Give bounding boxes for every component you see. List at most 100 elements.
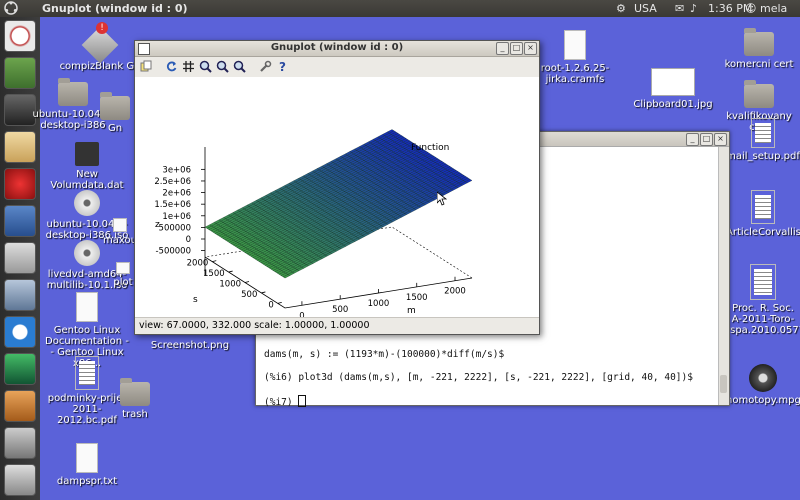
y-tick-label: 2000 xyxy=(187,259,209,269)
desktop-icon-cramfs[interactable]: root-1.2.6.25-jirka.cramfs xyxy=(530,30,620,85)
volume-icon[interactable]: ♪ xyxy=(690,2,697,15)
minimize-icon[interactable]: _ xyxy=(496,42,509,55)
text-cursor xyxy=(298,395,307,407)
desktop-icon-label: Gn xyxy=(107,123,123,134)
desktop-icon-corvallis[interactable]: ArticleCorvallis2.pdf xyxy=(726,190,800,238)
gnuplot-titlebar[interactable]: Gnuplot (window id : 0) _ □ × xyxy=(135,41,539,57)
desktop-icon-komercni[interactable]: komercni cert xyxy=(716,28,800,70)
document-icon xyxy=(113,218,127,232)
desktop-icon-dampspr[interactable]: dampspr.txt xyxy=(44,443,130,487)
z-tick-label: 0 xyxy=(186,235,191,245)
document-icon xyxy=(76,292,98,322)
top-panel: Gnuplot (window id : 0) ⚙ USA ✉ ♪ 1:36 P… xyxy=(0,0,800,17)
settings-launcher-icon[interactable] xyxy=(4,279,36,311)
mouse-pointer-icon xyxy=(437,192,447,206)
browser-launcher-icon[interactable] xyxy=(4,316,36,348)
y-tick-mark xyxy=(277,301,282,304)
gnuplot-window[interactable]: Gnuplot (window id : 0) _ □ × ? 3e+06 2.5… xyxy=(134,40,540,335)
video-icon xyxy=(749,364,777,392)
view-status: view: 67.0000, 332.000 scale: 1.00000, 1… xyxy=(139,320,370,331)
settings-icon[interactable] xyxy=(259,60,272,73)
surface-plot: 3e+06 2.5e+06 2e+061.5e+06 1e+06500000 0 -500… xyxy=(154,129,473,321)
y-axis-label: s xyxy=(193,295,198,305)
gnuplot-canvas[interactable]: 3e+06 2.5e+06 2e+06 1.5e+06 1e+06 500000 0 -500… xyxy=(135,77,539,321)
desktop-icon-compizblank[interactable]: compizBlank Gif xyxy=(57,26,143,72)
y-tick-label: 500 xyxy=(241,290,257,300)
legend-label: Function xyxy=(411,143,449,153)
folder-icon xyxy=(744,28,774,56)
mail-icon[interactable]: ✉ xyxy=(675,2,684,15)
z-tick-label: 2e+06 xyxy=(162,189,191,199)
desktop-icon-homotopy[interactable]: homotopy.mpg xyxy=(726,364,800,406)
gnuplot-toolbar: ? xyxy=(135,57,539,78)
grid-icon[interactable] xyxy=(182,60,195,73)
zoom-back-icon[interactable] xyxy=(199,60,212,73)
help-icon[interactable]: ? xyxy=(276,60,289,73)
desktop-icon-screenshot[interactable]: Screenshot.png xyxy=(150,340,230,351)
maximize-icon[interactable]: □ xyxy=(510,42,523,55)
desktop-icon-label: komercni cert xyxy=(724,59,794,70)
desktop-icon-label: Screenshot.png xyxy=(150,340,230,351)
zoom-forward-icon[interactable] xyxy=(216,60,229,73)
trash-launcher-icon[interactable] xyxy=(4,464,36,496)
close-icon[interactable]: × xyxy=(524,42,537,55)
x-axis-label: m xyxy=(407,306,416,316)
y-tick-label: 1000 xyxy=(219,280,241,290)
copy-icon[interactable] xyxy=(140,60,153,73)
desktop-icon-label: Clipboard01.jpg xyxy=(633,99,713,110)
pdf-icon xyxy=(751,190,775,224)
desktop-icon-proc-rsoc[interactable]: Proc. R. Soc. A-2011-Toro-rspa.2010.0577… xyxy=(726,264,800,336)
y-tick-mark xyxy=(261,291,266,294)
desktop-icon-label: Proc. R. Soc. A-2011-Toro-rspa.2010.0577… xyxy=(726,303,800,336)
maxima-launcher-icon[interactable] xyxy=(4,20,36,52)
pdf-icon xyxy=(75,356,99,390)
replot-icon[interactable] xyxy=(165,60,178,73)
maximize-icon[interactable]: □ xyxy=(700,133,713,146)
desktop-icon-label: mail_setup.pdf xyxy=(726,151,800,162)
desktop-icon-volumdata[interactable]: New Volumdata.dat xyxy=(44,142,130,191)
document-icon xyxy=(76,443,98,473)
folder-icon xyxy=(100,92,130,120)
desktop-icon-label: homotopy.mpg xyxy=(726,395,800,406)
document-icon xyxy=(116,262,130,274)
desktop-icon-label: trash xyxy=(122,409,148,420)
network-icon[interactable]: ⚙ xyxy=(616,2,626,15)
x-tick-label: 500 xyxy=(332,305,348,315)
gnuplot-statusbar: view: 67.0000, 332.000 scale: 1.00000, 1… xyxy=(135,317,539,334)
maxima-scrollbar[interactable] xyxy=(718,147,729,405)
z-axis-label: z xyxy=(155,220,160,230)
x-tick-label: 2000 xyxy=(444,287,466,297)
pdf-icon xyxy=(750,264,776,300)
scrollbar-thumb[interactable] xyxy=(720,375,727,393)
y-tick-label: 1500 xyxy=(203,269,225,279)
document-icon xyxy=(564,30,586,60)
keyboard-layout-indicator[interactable]: USA xyxy=(634,2,657,15)
unzoom-icon[interactable] xyxy=(233,60,246,73)
x-tick-label: 1000 xyxy=(368,299,390,309)
desktop-icon-clipboard[interactable]: Clipboard01.jpg xyxy=(628,68,718,110)
user-icon[interactable]: ☺ xyxy=(745,2,756,15)
desktop-icon-gn[interactable]: Gn xyxy=(100,92,130,134)
maxima-prompt: (%i7) xyxy=(264,397,299,408)
desktop-icon-label: ArticleCorvallis2.pdf xyxy=(726,227,800,238)
folder-icon xyxy=(120,378,150,406)
ubuntu-logo-icon[interactable] xyxy=(4,1,18,15)
maxima-prompt-line[interactable]: (%i7) xyxy=(264,395,307,408)
workspace-switcher-icon[interactable] xyxy=(4,427,36,459)
media-launcher-icon[interactable] xyxy=(4,168,36,200)
y-tick-label: 0 xyxy=(268,300,273,310)
user-name[interactable]: mela xyxy=(760,2,787,15)
system-monitor-launcher-icon[interactable] xyxy=(4,353,36,385)
minimize-icon[interactable]: _ xyxy=(686,133,699,146)
text-editor-launcher-icon[interactable] xyxy=(4,131,36,163)
desktop-icon-mail-setup[interactable]: mail_setup.pdf xyxy=(726,118,800,162)
folder-icon xyxy=(58,78,88,106)
desktop-icon-trash[interactable]: trash xyxy=(100,378,170,420)
disk-utility-launcher-icon[interactable] xyxy=(4,205,36,237)
maxima-definition-line: dams(m, s) := (1193*m)-(100000)*diff(m/s… xyxy=(264,349,505,360)
gnuplot-title: Gnuplot (window id : 0) xyxy=(270,42,404,53)
disc-icon xyxy=(74,190,100,216)
file-cabinet-launcher-icon[interactable] xyxy=(4,242,36,274)
close-icon[interactable]: × xyxy=(714,133,727,146)
photo-launcher-icon[interactable] xyxy=(4,390,36,422)
